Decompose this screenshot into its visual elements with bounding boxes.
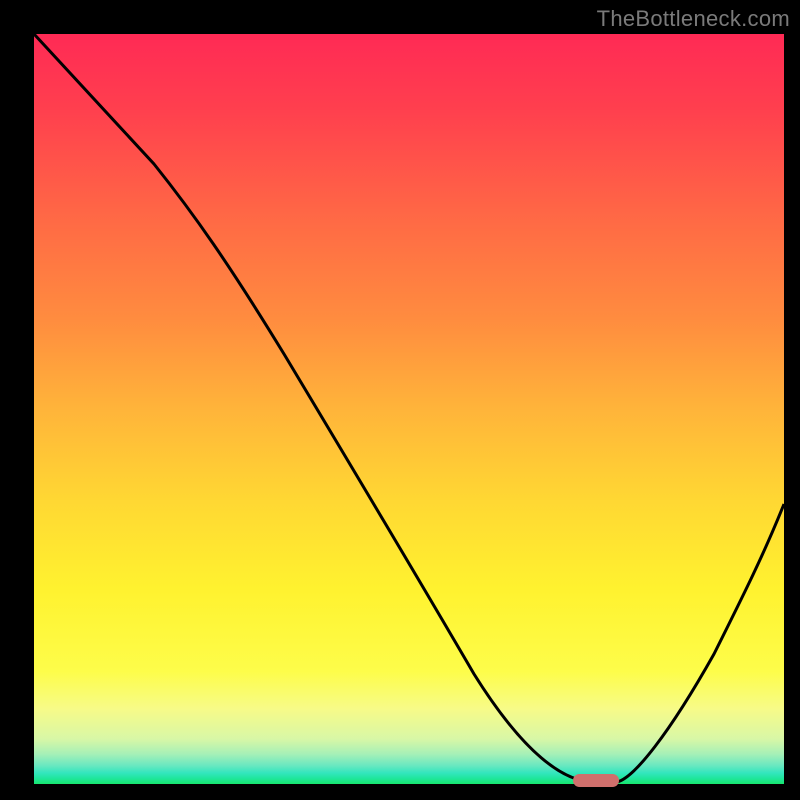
bottleneck-curve [34, 34, 784, 784]
curve-path [34, 34, 784, 782]
plot-area [34, 34, 784, 784]
watermark-text: TheBottleneck.com [597, 6, 790, 32]
minimum-marker [573, 774, 619, 787]
chart-stage: TheBottleneck.com [0, 0, 800, 800]
